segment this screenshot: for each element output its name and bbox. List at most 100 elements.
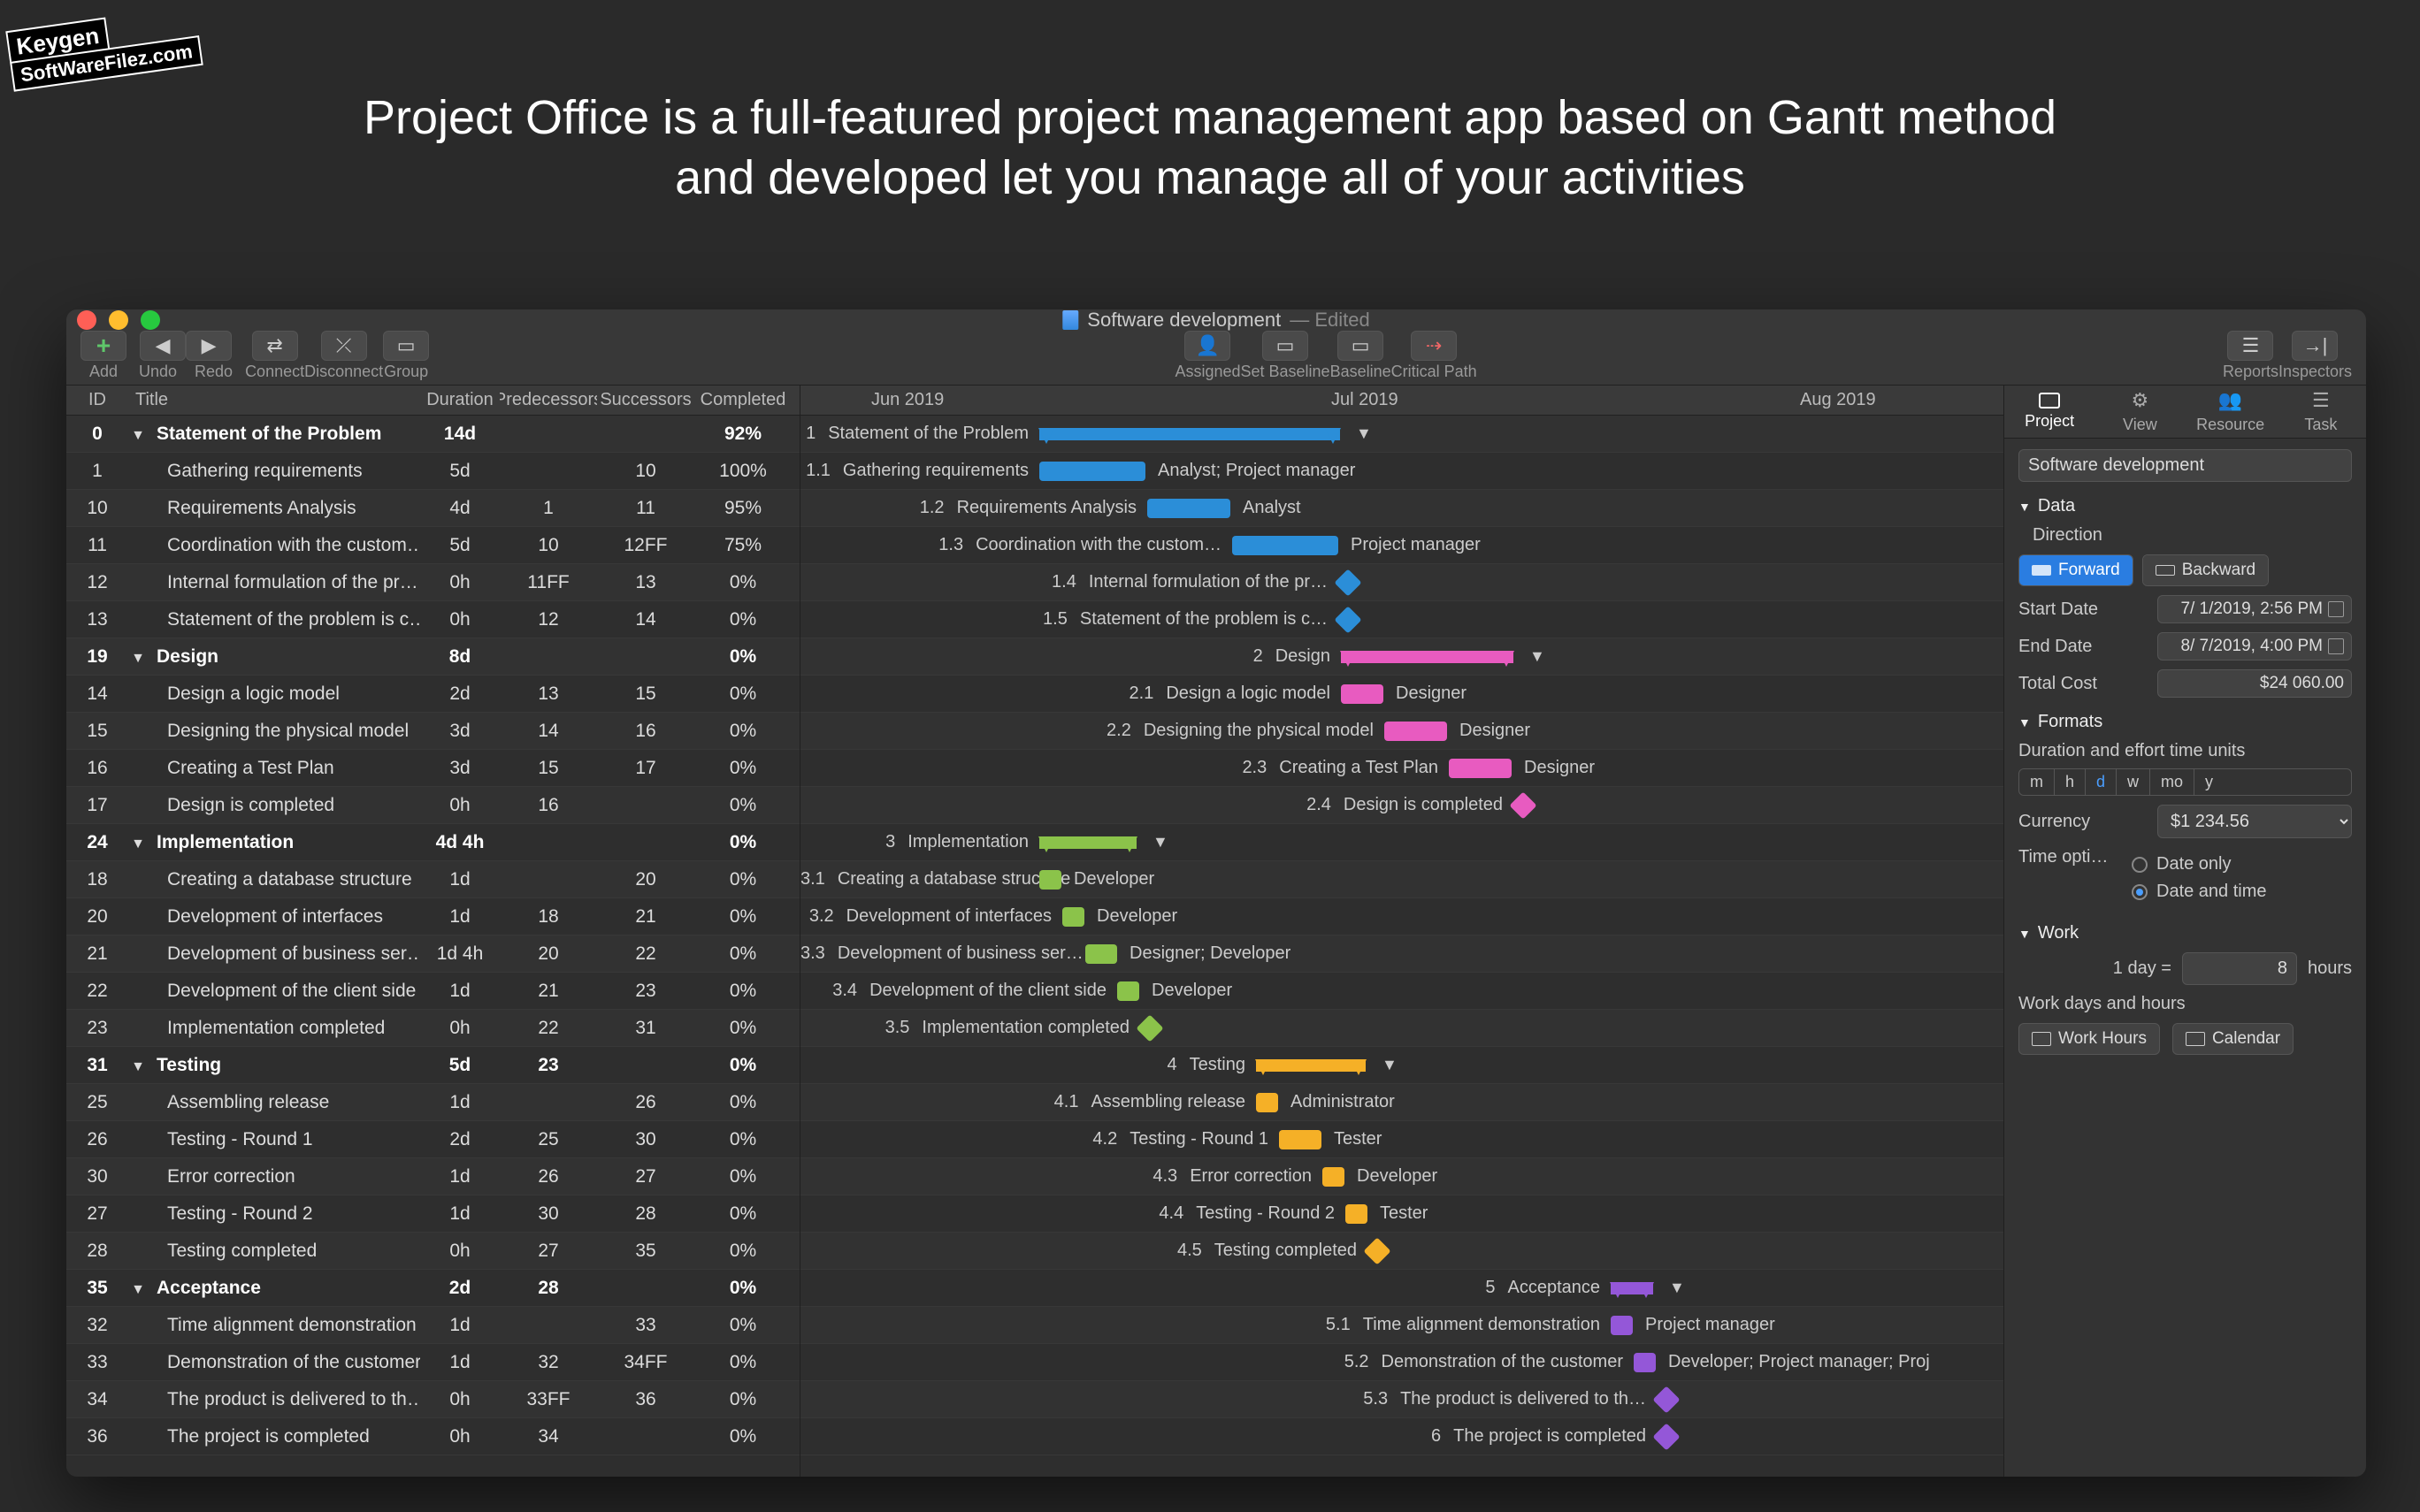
table-row[interactable]: 11Coordination with the custom…5d1012FF7… [66, 527, 800, 564]
task-bar[interactable] [1147, 499, 1230, 518]
units-segmented[interactable]: mhdwmoy [2018, 768, 2352, 796]
end-date-input[interactable]: 8/ 7/2019, 4:00 PM [2157, 632, 2352, 661]
gantt-row[interactable]: 1.5Statement of the problem is c… [800, 601, 2003, 638]
set-baseline-button[interactable]: ▭ [1262, 331, 1308, 361]
gantt-row[interactable]: 4.1Assembling releaseAdministrator [800, 1084, 2003, 1121]
radio-date-only[interactable]: Date only [2132, 854, 2267, 874]
table-row[interactable]: 14Design a logic model2d13150% [66, 676, 800, 713]
table-row[interactable]: 15Designing the physical model3d14160% [66, 713, 800, 750]
gantt-row[interactable]: 2.3Creating a Test PlanDesigner [800, 750, 2003, 787]
gantt-row[interactable]: 5Acceptance▼ [800, 1270, 2003, 1307]
gantt-row[interactable]: 1Statement of the Problem▼ [800, 416, 2003, 453]
gantt-row[interactable]: 4Testing▼ [800, 1047, 2003, 1084]
gantt-row[interactable]: 2.4Design is completed [800, 787, 2003, 824]
tab-project[interactable]: Project [2004, 386, 2095, 438]
assigned-button[interactable]: 👤 [1184, 331, 1230, 361]
task-bar[interactable] [1117, 981, 1139, 1001]
table-row[interactable]: 1Gathering requirements5d10100% [66, 453, 800, 490]
table-row[interactable]: 19Design8d0% [66, 638, 800, 676]
gantt-row[interactable]: 1.3Coordination with the custom…Project … [800, 527, 2003, 564]
gantt-row[interactable]: 4.3Error correctionDeveloper [800, 1158, 2003, 1195]
table-row[interactable]: 36The project is completed0h340% [66, 1418, 800, 1455]
table-row[interactable]: 21Development of business ser…1d 4h20220… [66, 935, 800, 973]
task-bar[interactable] [1449, 759, 1512, 778]
connect-button[interactable]: ⇄ [252, 331, 298, 361]
milestone-icon[interactable] [1334, 606, 1361, 633]
table-row[interactable]: 0Statement of the Problem14d92% [66, 416, 800, 453]
gantt-row[interactable]: 2.1Design a logic modelDesigner [800, 676, 2003, 713]
work-hours-button[interactable]: Work Hours [2018, 1023, 2160, 1055]
zoom-icon[interactable] [141, 310, 160, 330]
milestone-icon[interactable] [1334, 569, 1361, 596]
task-bar[interactable] [1039, 462, 1145, 481]
radio-date-and-time[interactable]: Date and time [2132, 882, 2267, 902]
table-row[interactable]: 25Assembling release1d260% [66, 1084, 800, 1121]
start-date-input[interactable]: 7/ 1/2019, 2:56 PM [2157, 595, 2352, 623]
redo-button[interactable]: ▶ [186, 331, 232, 361]
table-row[interactable]: 27Testing - Round 21d30280% [66, 1195, 800, 1233]
task-bar[interactable] [1232, 536, 1338, 555]
gantt-row[interactable]: 1.1Gathering requirementsAnalyst; Projec… [800, 453, 2003, 490]
col-duration[interactable]: Duration [420, 390, 500, 410]
table-row[interactable]: 31Testing5d230% [66, 1047, 800, 1084]
summary-bar[interactable] [1611, 1282, 1653, 1294]
unit-d[interactable]: d [2086, 769, 2117, 795]
table-row[interactable]: 24Implementation4d 4h0% [66, 824, 800, 861]
summary-bar[interactable] [1039, 836, 1137, 849]
chevron-down-icon[interactable]: ▼ [1529, 647, 1545, 666]
unit-y[interactable]: y [2194, 769, 2224, 795]
unit-m[interactable]: m [2019, 769, 2055, 795]
task-bar[interactable] [1322, 1167, 1344, 1187]
table-row[interactable]: 34The product is delivered to th…0h33FF3… [66, 1381, 800, 1418]
chevron-down-icon[interactable]: ▼ [1669, 1279, 1685, 1297]
task-bar[interactable] [1634, 1353, 1656, 1372]
table-row[interactable]: 30Error correction1d26270% [66, 1158, 800, 1195]
task-bar[interactable] [1341, 684, 1383, 704]
minimize-icon[interactable] [109, 310, 128, 330]
reports-button[interactable]: ☰ [2227, 331, 2273, 361]
milestone-icon[interactable] [1136, 1014, 1163, 1042]
group-button[interactable]: ▭ [383, 331, 429, 361]
summary-bar[interactable] [1039, 428, 1340, 440]
task-bar[interactable] [1611, 1316, 1633, 1335]
table-row[interactable]: 16Creating a Test Plan3d15170% [66, 750, 800, 787]
col-successors[interactable]: Successors [597, 390, 694, 410]
tab-resource[interactable]: 👥Resource [2186, 386, 2276, 438]
task-bar[interactable] [1085, 944, 1117, 964]
gantt-row[interactable]: 1.4Internal formulation of the pr… [800, 564, 2003, 601]
gantt-row[interactable]: 4.5Testing completed [800, 1233, 2003, 1270]
col-id[interactable]: ID [66, 390, 128, 410]
section-data[interactable]: Data [2018, 496, 2352, 516]
task-bar[interactable] [1039, 870, 1061, 890]
table-row[interactable]: 18Creating a database structure1d200% [66, 861, 800, 898]
task-bar[interactable] [1279, 1130, 1321, 1149]
unit-w[interactable]: w [2117, 769, 2150, 795]
gantt-chart[interactable]: Jun 2019 Jul 2019 Aug 2019 1Statement of… [800, 386, 2003, 1477]
gantt-row[interactable]: 1.2Requirements AnalysisAnalyst [800, 490, 2003, 527]
table-row[interactable]: 22Development of the client side1d21230% [66, 973, 800, 1010]
table-row[interactable]: 32Time alignment demonstration1d330% [66, 1307, 800, 1344]
table-row[interactable]: 17Design is completed0h160% [66, 787, 800, 824]
gantt-row[interactable]: 3Implementation▼ [800, 824, 2003, 861]
col-completed[interactable]: Completed [694, 390, 792, 410]
gantt-row[interactable]: 4.2Testing - Round 1Tester [800, 1121, 2003, 1158]
section-work[interactable]: Work [2018, 923, 2352, 943]
unit-h[interactable]: h [2055, 769, 2086, 795]
chevron-down-icon[interactable]: ▼ [1153, 833, 1168, 851]
gantt-row[interactable]: 3.1Creating a database structureDevelope… [800, 861, 2003, 898]
summary-bar[interactable] [1256, 1059, 1366, 1072]
gantt-row[interactable]: 3.2Development of interfacesDeveloper [800, 898, 2003, 935]
chevron-down-icon[interactable]: ▼ [1382, 1056, 1398, 1074]
project-name-input[interactable] [2018, 449, 2352, 482]
milestone-icon[interactable] [1509, 791, 1536, 819]
milestone-icon[interactable] [1652, 1423, 1680, 1450]
gantt-row[interactable]: 2.2Designing the physical modelDesigner [800, 713, 2003, 750]
gantt-row[interactable]: 4.4Testing - Round 2Tester [800, 1195, 2003, 1233]
baseline-button[interactable]: ▭ [1337, 331, 1383, 361]
table-row[interactable]: 12Internal formulation of the pr…0h11FF1… [66, 564, 800, 601]
milestone-icon[interactable] [1652, 1386, 1680, 1413]
add-button[interactable]: + [80, 331, 126, 361]
table-row[interactable]: 33Demonstration of the customer1d3234FF0… [66, 1344, 800, 1381]
table-row[interactable]: 28Testing completed0h27350% [66, 1233, 800, 1270]
chevron-down-icon[interactable]: ▼ [1356, 424, 1372, 443]
